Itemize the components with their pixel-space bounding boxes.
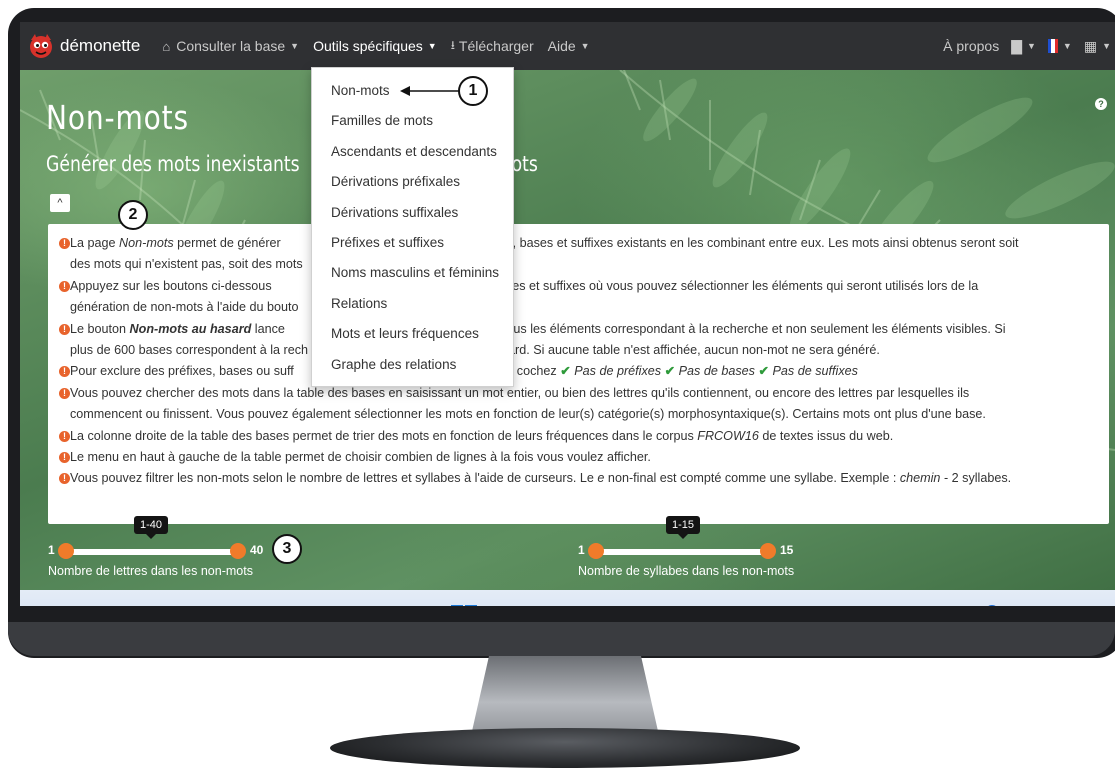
exclamation-icon: ! bbox=[59, 387, 70, 399]
info-line: ! Le bouton Non-mots au hasard lance ir de… bbox=[59, 319, 1097, 340]
collapse-button[interactable]: ^ bbox=[50, 194, 70, 212]
info-line: ! La page Non-mots permet de générer fixes… bbox=[59, 233, 1097, 254]
exclamation-icon: ! bbox=[59, 323, 70, 335]
exclamation-icon: ! bbox=[59, 280, 70, 292]
nav-consulter-la-base[interactable]: ⌂ Consulter la base ▼ bbox=[162, 38, 299, 54]
info-line: ! Pour exclure des préfixes, bases ou suf… bbox=[59, 361, 1097, 382]
menu-item-noms-masculins-feminins[interactable]: Noms masculins et féminins bbox=[312, 260, 513, 290]
info-line: ! Vous pouvez chercher des mots dans la t… bbox=[59, 383, 1097, 404]
navbar: démonette ⌂ Consulter la base ▼ Outils sp… bbox=[20, 22, 1115, 70]
nav-telecharger[interactable]: ⭳ Télécharger bbox=[451, 36, 534, 57]
monitor-chin bbox=[8, 622, 1115, 656]
letters-slider-track[interactable] bbox=[60, 549, 240, 555]
widgets-icon[interactable] bbox=[674, 604, 702, 606]
firefox-icon[interactable] bbox=[902, 604, 930, 606]
menu-item-ascendants-descendants[interactable]: Ascendants et descendants bbox=[312, 139, 513, 169]
info-line: ! Le menu en haut à gauche de la table pe… bbox=[59, 447, 1097, 468]
navbar-right: À propos ▇ ▼ ▼ ▦ ▼ bbox=[931, 22, 1111, 70]
info-line: des mots qui n'existent pas, soit des mo… bbox=[70, 257, 303, 272]
screen: Non-mots Générer des mots inexistants mot… bbox=[20, 22, 1115, 606]
syllables-slider-min-handle[interactable] bbox=[588, 543, 604, 559]
id-card-icon[interactable]: ▦ ▼ bbox=[1084, 38, 1111, 55]
home-icon: ⌂ bbox=[162, 38, 171, 54]
callout-arrow bbox=[400, 86, 460, 96]
comment-icon[interactable]: ▇ ▼ bbox=[1011, 38, 1036, 55]
hero-banner: Non-mots Générer des mots inexistants mot… bbox=[20, 70, 1115, 606]
syllables-slider-label: Nombre de syllabes dans les non-mots bbox=[578, 564, 795, 578]
callout-badge-3: 3 bbox=[272, 534, 302, 564]
letters-slider-max: 40 bbox=[250, 543, 264, 557]
letters-slider-min-handle[interactable] bbox=[58, 543, 74, 559]
letters-slider: 1 40 1-40 Nombre de lettres dans les non… bbox=[48, 516, 278, 582]
syllables-slider-max: 15 bbox=[780, 543, 794, 557]
menu-item-derivations-prefixales[interactable]: Dérivations préfixales bbox=[312, 169, 513, 199]
search-icon[interactable] bbox=[526, 604, 554, 606]
windows-taskbar bbox=[20, 590, 1115, 606]
menu-item-derivations-suffixales[interactable]: Dérivations suffixales bbox=[312, 200, 513, 230]
exclamation-icon: ! bbox=[59, 366, 70, 378]
brand[interactable]: démonette bbox=[26, 31, 140, 61]
callout-badge-1: 1 bbox=[458, 76, 488, 106]
store-icon[interactable] bbox=[978, 604, 1006, 606]
syllables-slider-track[interactable] bbox=[590, 549, 770, 555]
help-icon[interactable]: ? bbox=[1095, 98, 1107, 110]
nav-label: Télécharger bbox=[458, 38, 534, 54]
checkmark-icon: ✔ bbox=[664, 364, 676, 379]
exclamation-icon: ! bbox=[59, 430, 70, 442]
letters-slider-tooltip: 1-40 bbox=[134, 516, 169, 539]
menu-item-prefixes-suffixes[interactable]: Préfixes et suffixes bbox=[312, 230, 513, 260]
monitor-stand-base bbox=[330, 728, 800, 768]
teams-chat-icon[interactable] bbox=[750, 604, 778, 606]
syllables-slider: 1 15 1-15 Nombre de syllabes dans les no… bbox=[578, 516, 838, 582]
syllables-slider-max-handle[interactable] bbox=[760, 543, 776, 559]
file-explorer-icon[interactable] bbox=[826, 604, 854, 606]
menu-item-familles-de-mots[interactable]: Familles de mots bbox=[312, 108, 513, 138]
page-subtitle-left: Générer des mots inexistants bbox=[46, 152, 300, 176]
callout-badge-2: 2 bbox=[118, 200, 148, 230]
download-icon: ⭳ bbox=[450, 37, 455, 52]
letters-slider-min: 1 bbox=[48, 543, 55, 557]
outils-dropdown-menu: Non-mots Familles de mots Ascendants et … bbox=[311, 67, 514, 387]
exclamation-icon: ! bbox=[59, 473, 70, 485]
checkmark-icon: ✔ bbox=[560, 364, 571, 379]
info-line: ! Vous pouvez filtrer les non-mots selon … bbox=[59, 468, 1097, 489]
exclamation-icon: ! bbox=[59, 452, 70, 464]
nav-label: Consulter la base bbox=[176, 38, 286, 54]
task-view-icon[interactable] bbox=[600, 604, 628, 606]
nav-a-propos[interactable]: À propos bbox=[943, 38, 999, 54]
nav-aide[interactable]: Aide ▼ bbox=[548, 38, 590, 54]
syllables-slider-min: 1 bbox=[578, 543, 585, 557]
nav-label: Outils spécifiques bbox=[313, 38, 423, 54]
info-panel: ! La page Non-mots permet de générer fixes… bbox=[48, 224, 1109, 524]
monster-logo-icon bbox=[30, 34, 52, 58]
info-line: ! La colonne droite de la table des bases… bbox=[59, 426, 1097, 447]
letters-slider-max-handle[interactable] bbox=[230, 543, 246, 559]
syllables-slider-tooltip: 1-15 bbox=[666, 516, 701, 539]
menu-item-relations[interactable]: Relations bbox=[312, 291, 513, 321]
brand-name: démonette bbox=[60, 36, 141, 55]
checkmark-icon: ✔ bbox=[758, 364, 770, 379]
info-line: plus de 600 bases correspondent à la rec… bbox=[70, 343, 880, 358]
info-line: ! Appuyez sur les boutons ci-dessous es, b… bbox=[59, 276, 1097, 297]
nav-label: Aide bbox=[547, 38, 576, 54]
french-flag-icon[interactable]: ▼ bbox=[1047, 39, 1072, 53]
exclamation-icon: ! bbox=[59, 238, 70, 249]
page-title: Non-mots bbox=[46, 98, 189, 137]
windows-start-icon[interactable] bbox=[450, 604, 478, 606]
info-line: commencent ou finissent. Vous pouvez éga… bbox=[70, 407, 986, 422]
nav-outils-specifiques[interactable]: Outils spécifiques ▼ bbox=[313, 38, 437, 54]
menu-item-graphe-relations[interactable]: Graphe des relations bbox=[312, 352, 513, 382]
menu-item-mots-frequences[interactable]: Mots et leurs fréquences bbox=[312, 321, 513, 351]
info-line: génération de non-mots à l'aide du bouto bbox=[70, 300, 299, 315]
letters-slider-label: Nombre de lettres dans les non-mots bbox=[48, 564, 253, 578]
